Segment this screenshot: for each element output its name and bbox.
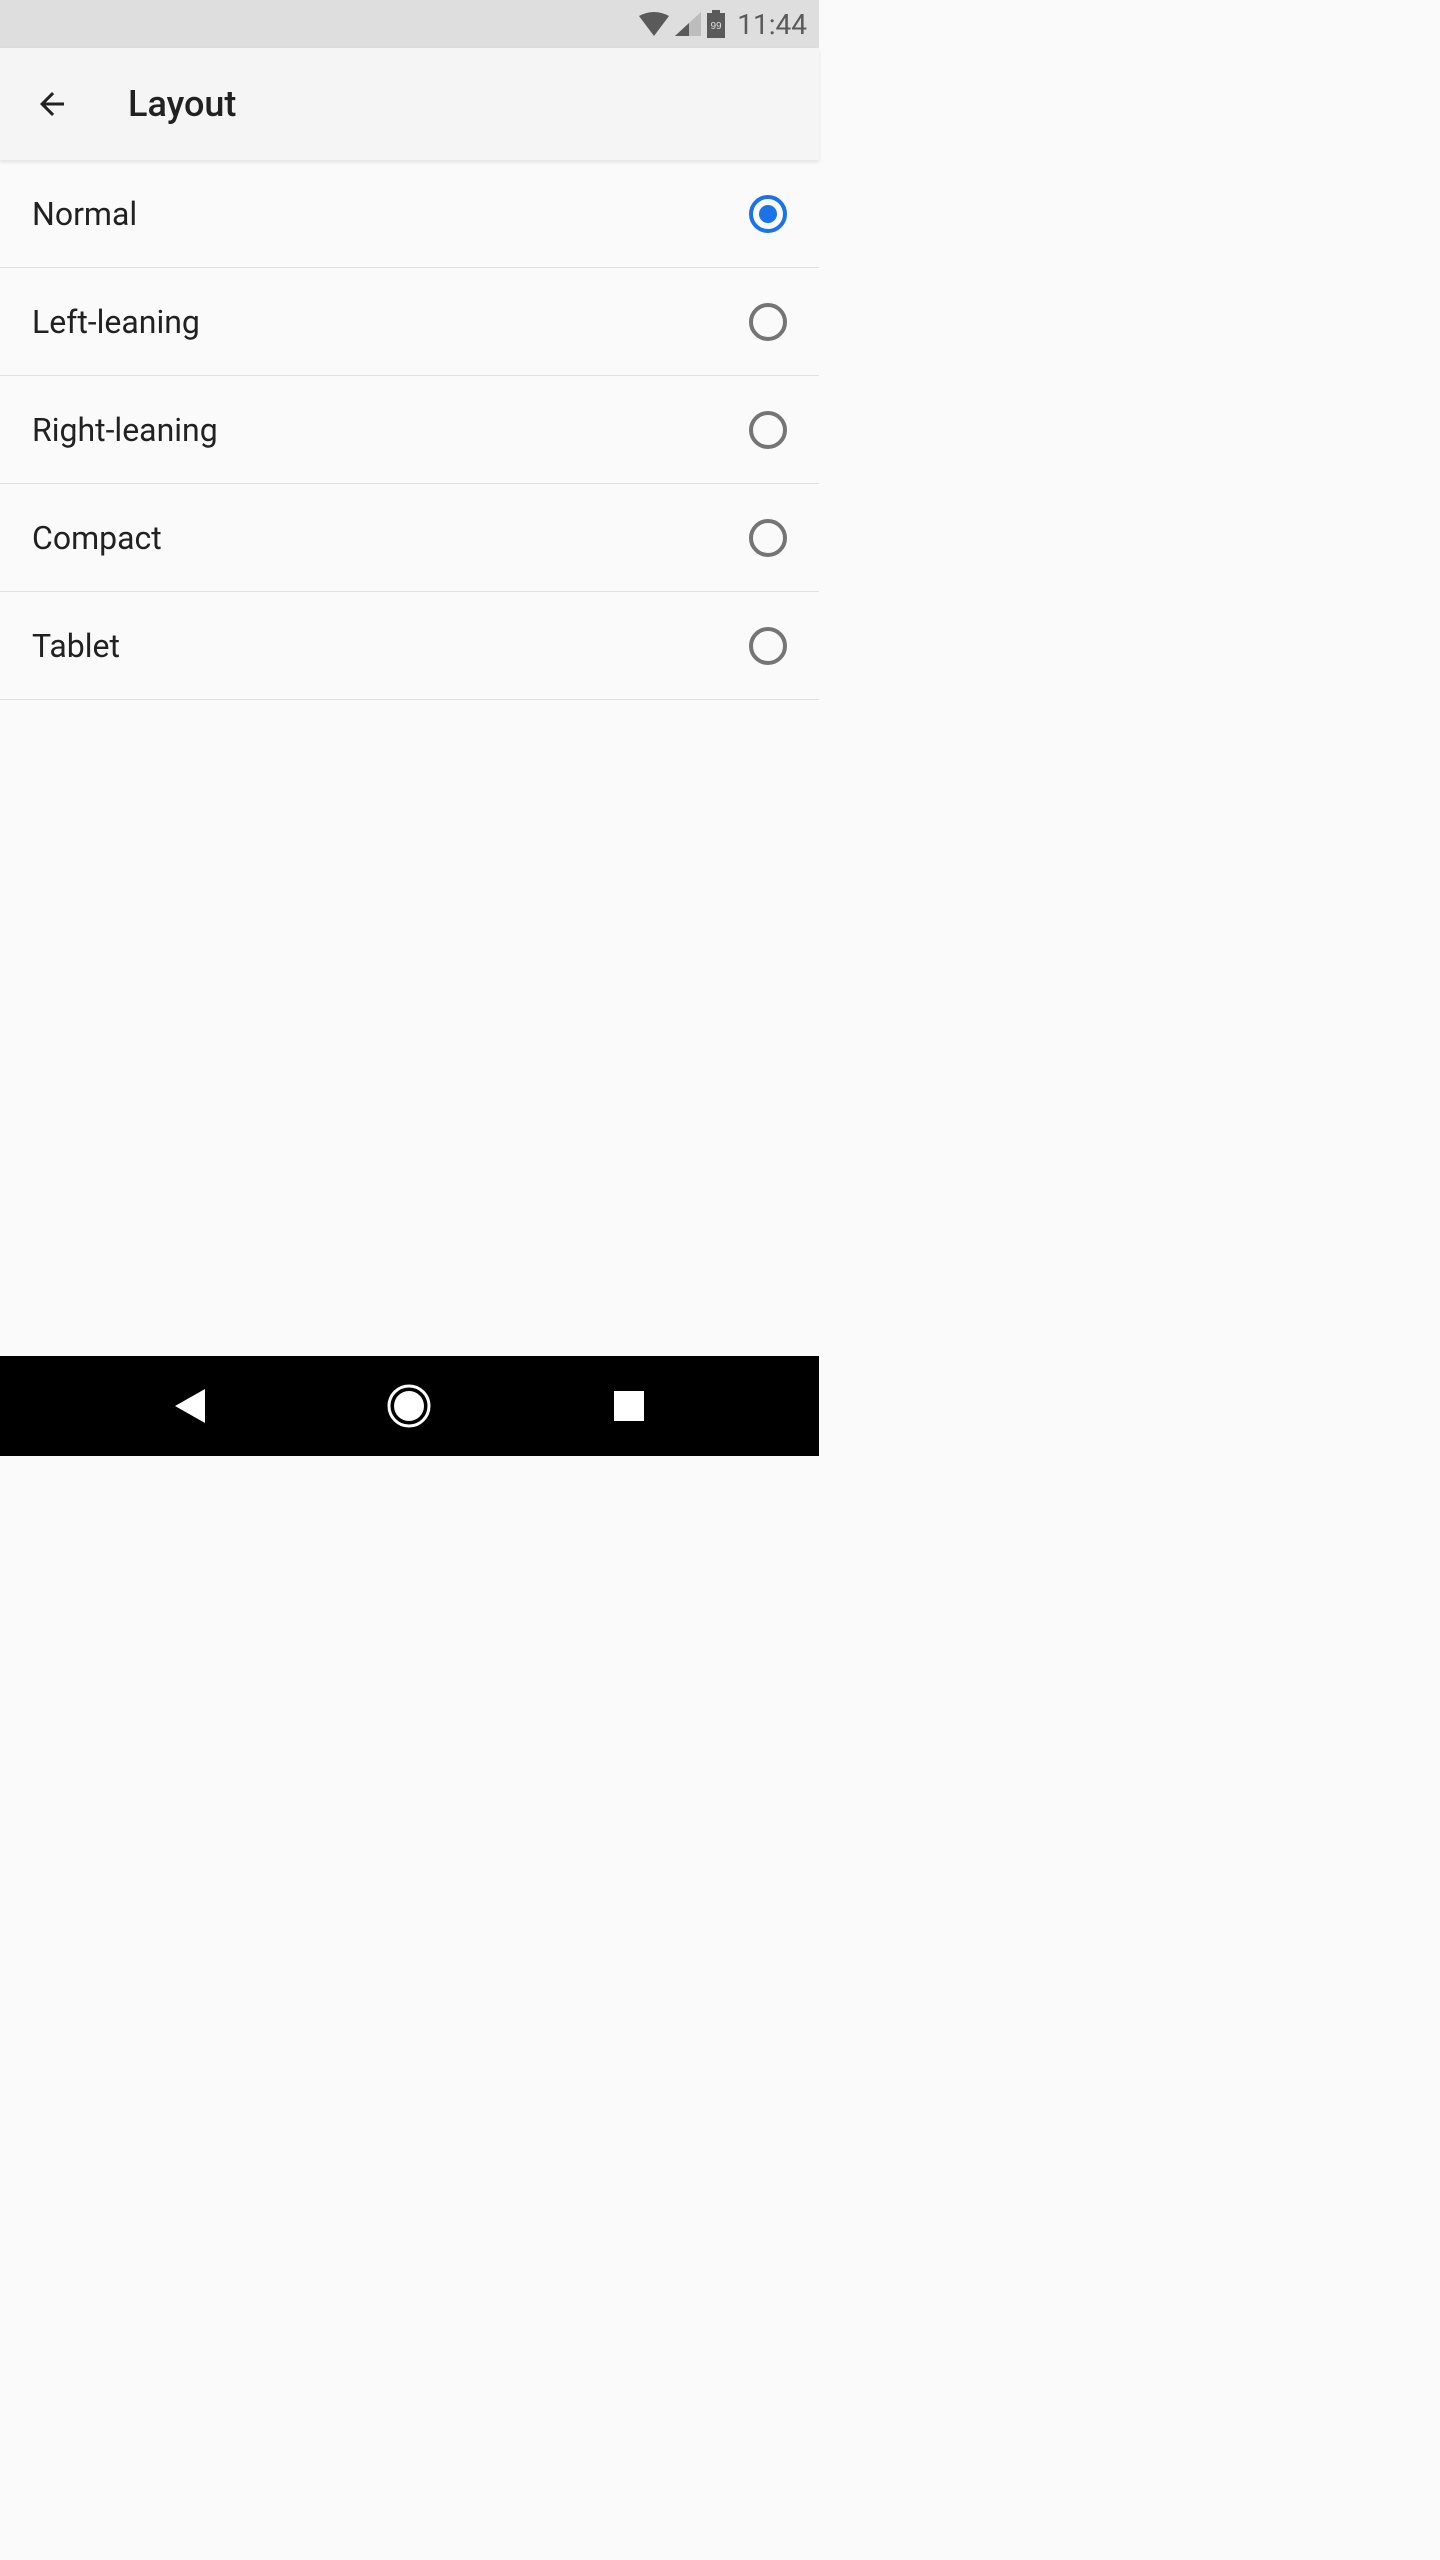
arrow-left-icon	[34, 86, 70, 122]
svg-text:99: 99	[711, 21, 723, 32]
app-bar: Layout	[0, 48, 819, 160]
circle-home-icon	[387, 1384, 431, 1428]
status-bar: 99 11:44	[0, 0, 819, 48]
option-compact[interactable]: Compact	[0, 484, 819, 592]
options-list: Normal Left-leaning Right-leaning Compac…	[0, 160, 819, 700]
option-label: Left-leaning	[32, 303, 200, 341]
back-button[interactable]	[16, 68, 88, 140]
nav-recents-button[interactable]	[599, 1376, 659, 1436]
radio-icon	[749, 411, 787, 449]
option-left-leaning[interactable]: Left-leaning	[0, 268, 819, 376]
option-label: Right-leaning	[32, 411, 218, 449]
radio-icon	[749, 195, 787, 233]
square-recents-icon	[614, 1391, 644, 1421]
nav-home-button[interactable]	[379, 1376, 439, 1436]
option-normal[interactable]: Normal	[0, 160, 819, 268]
status-time: 11:44	[737, 8, 807, 41]
radio-icon	[749, 303, 787, 341]
option-label: Compact	[32, 519, 162, 557]
option-right-leaning[interactable]: Right-leaning	[0, 376, 819, 484]
radio-icon	[749, 627, 787, 665]
option-tablet[interactable]: Tablet	[0, 592, 819, 700]
signal-icon	[675, 12, 701, 36]
radio-icon	[749, 519, 787, 557]
option-label: Normal	[32, 195, 137, 233]
option-label: Tablet	[32, 627, 120, 665]
page-title: Layout	[128, 83, 236, 125]
triangle-back-icon	[175, 1389, 205, 1423]
battery-icon: 99	[707, 10, 725, 38]
navigation-bar	[0, 1356, 819, 1456]
nav-back-button[interactable]	[160, 1376, 220, 1436]
wifi-icon	[639, 12, 669, 36]
